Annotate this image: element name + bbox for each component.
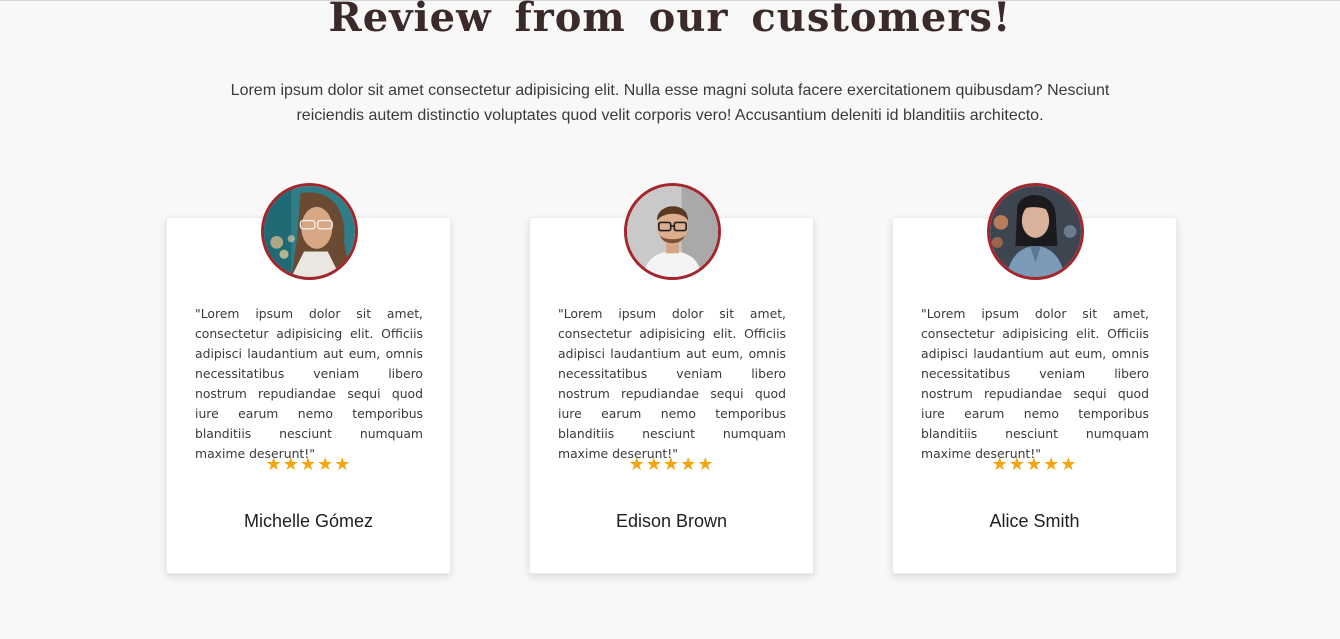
section-intro: Lorem ipsum dolor sit amet consectetur a… [230, 82, 1110, 124]
customer-photo-michelle [264, 186, 355, 277]
avatar [261, 183, 358, 280]
review-quote: "Lorem ipsum dolor sit amet, consectetur… [558, 306, 786, 461]
section-title: Review from our customers! [328, 0, 1012, 41]
review-quote: "Lorem ipsum dolor sit amet, consectetur… [921, 306, 1149, 461]
review-quote: "Lorem ipsum dolor sit amet, consectetur… [195, 306, 423, 461]
customer-photo-edison [627, 186, 718, 277]
rating-stars: ★★★★★ [991, 454, 1078, 474]
avatar [987, 183, 1084, 280]
review-card: "Lorem ipsum dolor sit amet, consectetur… [166, 183, 451, 574]
customer-name: Michelle Gómez [243, 511, 374, 531]
avatar [624, 183, 721, 280]
review-card: "Lorem ipsum dolor sit amet, consectetur… [892, 183, 1177, 574]
customer-name: Alice Smith [989, 511, 1080, 531]
customer-photo-alice [990, 186, 1081, 277]
rating-stars: ★★★★★ [628, 454, 715, 474]
rating-stars: ★★★★★ [265, 454, 352, 474]
customer-name: Edison Brown [615, 511, 728, 531]
review-card: "Lorem ipsum dolor sit amet, consectetur… [529, 183, 814, 574]
